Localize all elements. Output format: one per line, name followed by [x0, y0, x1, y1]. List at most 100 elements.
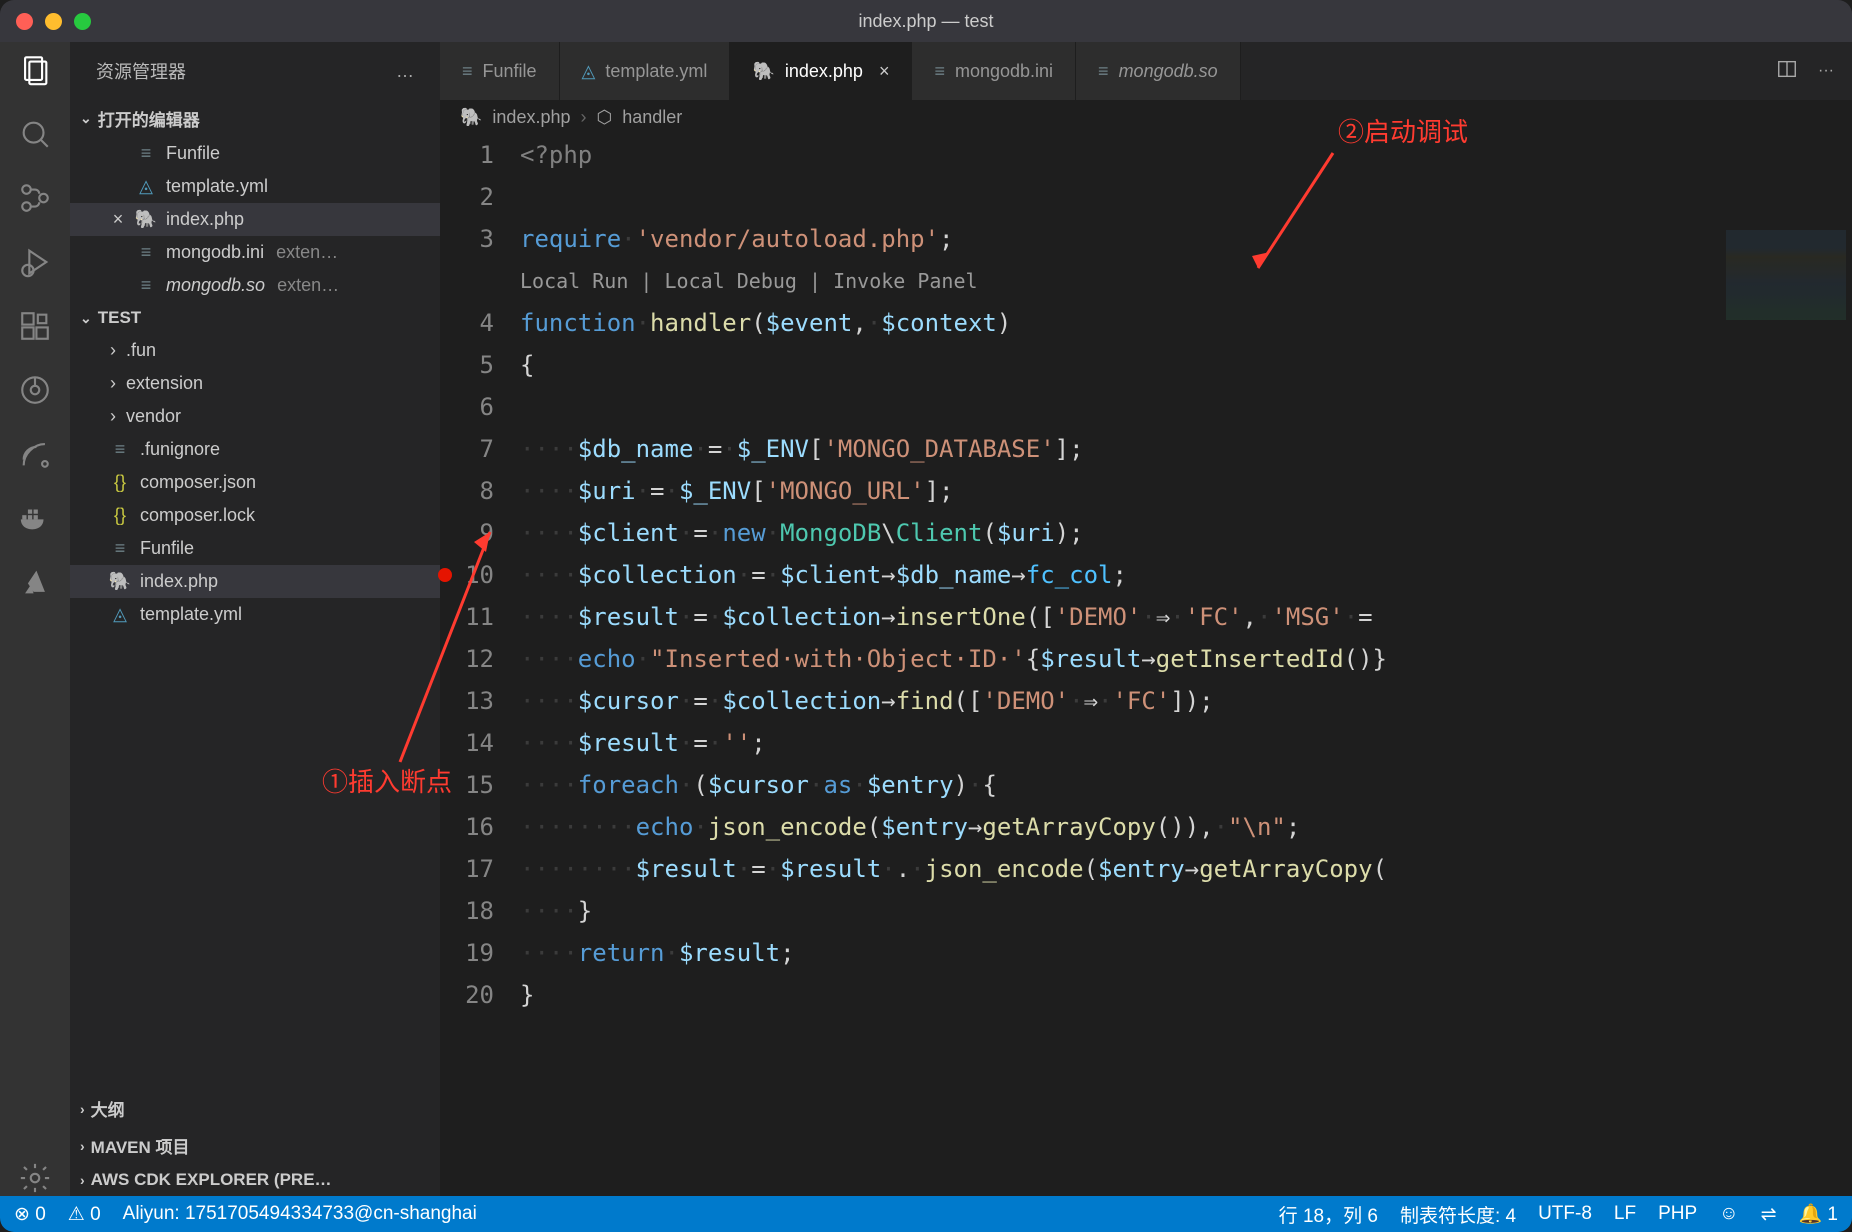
status-encoding[interactable]: UTF-8 — [1538, 1203, 1592, 1225]
code-line[interactable]: ····$client·=·new·MongoDB\Client($uri); — [520, 512, 1852, 554]
code-line[interactable]: <?php — [520, 134, 1852, 176]
code-line[interactable]: ····return·$result; — [520, 932, 1852, 974]
open-editor-item[interactable]: ≡Funfile — [70, 137, 440, 170]
code-line[interactable]: ····$cursor·=·$collection→find(['DEMO'·⇒… — [520, 680, 1852, 722]
explorer-icon[interactable] — [17, 52, 53, 88]
code-line[interactable]: ····foreach·($cursor·as·$entry)·{ — [520, 764, 1852, 806]
minimap[interactable] — [1702, 226, 1852, 1196]
line-number[interactable]: 9 — [440, 512, 494, 554]
more-actions-icon[interactable]: ··· — [1818, 62, 1834, 80]
git-lens-icon[interactable] — [17, 372, 53, 408]
codelens[interactable]: Local Run | Local Debug | Invoke Panel — [520, 260, 1852, 302]
line-number[interactable]: 20 — [440, 974, 494, 1016]
code-line[interactable]: ····$uri·=·$_ENV['MONGO_URL']; — [520, 470, 1852, 512]
line-number[interactable]: 8 — [440, 470, 494, 512]
breadcrumb[interactable]: 🐘 index.php › ⬡ handler — [440, 100, 1852, 134]
folder-section[interactable]: ⌄ TEST — [70, 302, 440, 334]
line-number[interactable]: 19 — [440, 932, 494, 974]
open-editor-item[interactable]: ≡mongodb.iniexten… — [70, 236, 440, 269]
code-line[interactable]: ········$result·=·$result·.·json_encode(… — [520, 848, 1852, 890]
aws-section[interactable]: › AWS CDK EXPLORER (PRE… — [70, 1164, 440, 1196]
docker-icon[interactable] — [17, 500, 53, 536]
code-line[interactable] — [520, 176, 1852, 218]
debug-icon[interactable] — [17, 244, 53, 280]
status-eol[interactable]: LF — [1614, 1203, 1636, 1225]
editor-tab[interactable]: ≡Funfile — [440, 42, 560, 100]
editor-tab[interactable]: 🐘index.php× — [730, 42, 912, 100]
status-feedback-icon[interactable]: ☺ — [1719, 1203, 1738, 1225]
zoom-window-button[interactable] — [74, 13, 91, 30]
outline-section[interactable]: › 大纲 — [70, 1090, 440, 1127]
editor-tab[interactable]: ≡mongodb.ini — [912, 42, 1076, 100]
file-item[interactable]: 🐘index.php — [70, 565, 440, 598]
open-editor-item[interactable]: ◬template.yml — [70, 170, 440, 203]
status-lang[interactable]: PHP — [1658, 1203, 1697, 1225]
code-line[interactable]: require·'vendor/autoload.php'; — [520, 218, 1852, 260]
line-number[interactable]: 2 — [440, 176, 494, 218]
open-editor-item[interactable]: ≡mongodb.soexten… — [70, 269, 440, 302]
status-errors[interactable]: ⊗ 0 — [14, 1203, 46, 1226]
status-tabsize[interactable]: 制表符长度: 4 — [1400, 1201, 1516, 1228]
line-number[interactable]: 10 — [440, 554, 494, 596]
file-item[interactable]: ◬template.yml — [70, 598, 440, 631]
remote-icon[interactable] — [17, 436, 53, 472]
line-number[interactable]: 13 — [440, 680, 494, 722]
line-number[interactable]: 12 — [440, 638, 494, 680]
line-number[interactable]: 14 — [440, 722, 494, 764]
status-remote-icon[interactable]: ⇌ — [1761, 1203, 1777, 1226]
line-number[interactable]: 4 — [440, 302, 494, 344]
code-line[interactable]: } — [520, 974, 1852, 1016]
explorer-more-icon[interactable]: … — [396, 61, 414, 82]
code-line[interactable]: ····} — [520, 890, 1852, 932]
close-icon[interactable]: × — [110, 209, 126, 230]
split-editor-icon[interactable] — [1776, 58, 1798, 85]
settings-gear-icon[interactable] — [17, 1160, 53, 1196]
code-line[interactable]: ····$collection·=·$client→$db_name→fc_co… — [520, 554, 1852, 596]
code-line[interactable]: { — [520, 344, 1852, 386]
line-number[interactable]: 3 — [440, 218, 494, 260]
status-cursor[interactable]: 行 18，列 6 — [1279, 1201, 1378, 1228]
line-number[interactable]: 1 — [440, 134, 494, 176]
line-number[interactable]: 6 — [440, 386, 494, 428]
open-editor-item[interactable]: ×🐘index.php — [70, 203, 440, 236]
minimize-window-button[interactable] — [45, 13, 62, 30]
line-number[interactable]: 16 — [440, 806, 494, 848]
editor-tab[interactable]: ≡mongodb.so — [1076, 42, 1241, 100]
line-number[interactable]: 11 — [440, 596, 494, 638]
close-tab-icon[interactable]: × — [879, 61, 890, 82]
file-item[interactable]: {}composer.lock — [70, 499, 440, 532]
maven-section[interactable]: › MAVEN 项目 — [70, 1127, 440, 1164]
folder-item[interactable]: ›vendor — [70, 400, 440, 433]
line-number[interactable]: 5 — [440, 344, 494, 386]
status-warnings[interactable]: ⚠ 0 — [68, 1203, 101, 1226]
line-number[interactable]: 17 — [440, 848, 494, 890]
code-content[interactable]: <?php require·'vendor/autoload.php';Local… — [520, 134, 1852, 1196]
gutter[interactable]: 1234567891011121314151617181920 — [440, 134, 520, 1196]
editor-tab[interactable]: ◬template.yml — [560, 42, 731, 100]
line-number[interactable]: 7 — [440, 428, 494, 470]
code-line[interactable]: ········echo·json_encode($entry→getArray… — [520, 806, 1852, 848]
line-number[interactable]: 15 — [440, 764, 494, 806]
folder-item[interactable]: ›extension — [70, 367, 440, 400]
file-item[interactable]: {}composer.json — [70, 466, 440, 499]
close-window-button[interactable] — [16, 13, 33, 30]
line-number[interactable]: 18 — [440, 890, 494, 932]
code-line[interactable] — [520, 386, 1852, 428]
azure-icon[interactable] — [17, 564, 53, 600]
breadcrumb-symbol: handler — [622, 107, 682, 128]
file-item[interactable]: ≡Funfile — [70, 532, 440, 565]
code-line[interactable]: ····$result·=·''; — [520, 722, 1852, 764]
source-control-icon[interactable] — [17, 180, 53, 216]
open-editors-section[interactable]: ⌄ 打开的编辑器 — [70, 100, 440, 137]
code-line[interactable]: function·handler($event,·$context) — [520, 302, 1852, 344]
file-item[interactable]: ≡.funignore — [70, 433, 440, 466]
status-bell-icon[interactable]: 🔔 1 — [1798, 1202, 1838, 1226]
code-line[interactable]: ····$result·=·$collection→insertOne(['DE… — [520, 596, 1852, 638]
code-line[interactable]: ····echo·"Inserted·with·Object·ID·'{$res… — [520, 638, 1852, 680]
code-line[interactable]: ····$db_name·=·$_ENV['MONGO_DATABASE']; — [520, 428, 1852, 470]
extensions-icon[interactable] — [17, 308, 53, 344]
search-icon[interactable] — [17, 116, 53, 152]
code-editor[interactable]: 1234567891011121314151617181920 <?phpreq… — [440, 134, 1852, 1196]
folder-item[interactable]: ›.fun — [70, 334, 440, 367]
status-account[interactable]: Aliyun: 1751705494334733@cn-shanghai — [123, 1203, 477, 1225]
